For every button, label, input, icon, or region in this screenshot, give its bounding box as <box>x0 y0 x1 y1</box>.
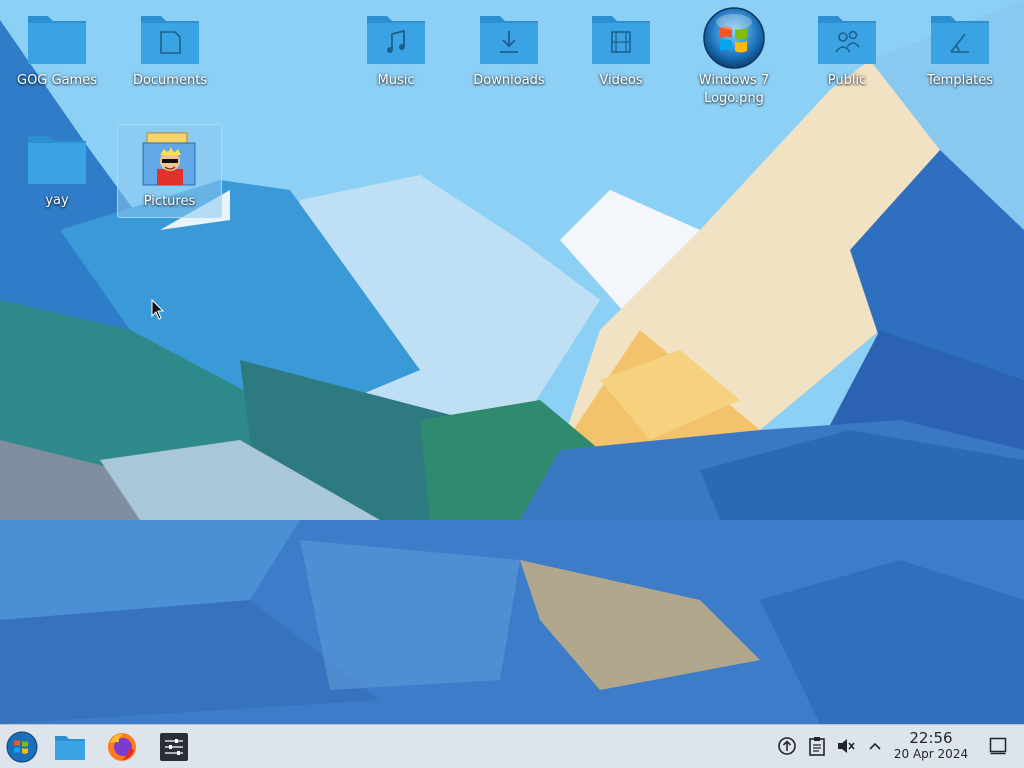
folder-videos-icon <box>589 8 653 68</box>
folder-documents-icon <box>138 8 202 68</box>
folder-pictures-icon <box>138 129 202 189</box>
clock-time: 22:56 <box>909 729 953 747</box>
desktop-icon-templates[interactable]: Templates <box>905 0 1015 110</box>
desktop-icon-downloads[interactable]: Downloads <box>454 0 564 110</box>
desktop-icon-label: Public <box>827 73 867 88</box>
folder-downloads-icon <box>477 8 541 68</box>
desktop-icon-label: Documents <box>132 73 208 88</box>
start-menu-button[interactable] <box>4 729 40 765</box>
firefox-button[interactable] <box>104 729 140 765</box>
show-hidden-tray-button[interactable] <box>864 735 886 757</box>
show-desktop-icon <box>989 737 1007 755</box>
desktop-icon-music[interactable]: Music <box>341 0 451 110</box>
desktop-icon-label: Templates <box>926 73 994 88</box>
file-manager-button[interactable] <box>52 729 88 765</box>
taskbar: 22:56 20 Apr 2024 <box>0 724 1024 768</box>
update-indicator[interactable] <box>776 735 798 757</box>
desktop-icon-label: Pictures <box>143 194 196 209</box>
desktop-icon-label: yay <box>45 193 69 208</box>
clock-date: 20 Apr 2024 <box>893 747 969 761</box>
folder-music-icon <box>364 8 428 68</box>
desktop-icon-label: Music <box>377 73 415 88</box>
desktop-icon-videos[interactable]: Videos <box>566 0 676 110</box>
desktop-icon-label: GOG Games <box>17 73 97 88</box>
firefox-icon <box>108 733 136 761</box>
windows-start-icon <box>6 731 38 763</box>
digital-clock[interactable]: 22:56 20 Apr 2024 <box>888 730 974 762</box>
volume-indicator[interactable] <box>835 735 857 757</box>
system-settings-button[interactable] <box>156 729 192 765</box>
folder-icon <box>25 128 89 188</box>
folder-templates-icon <box>928 8 992 68</box>
desktop-icon-documents[interactable]: Documents <box>115 0 225 110</box>
chevron-up-icon <box>869 742 881 750</box>
mouse-pointer-icon <box>151 299 165 320</box>
desktop-icon-public[interactable]: Public <box>792 0 902 110</box>
folder-public-icon <box>815 8 879 68</box>
desktop-icon-pictures[interactable]: Pictures <box>117 124 222 218</box>
windows-logo-image-icon <box>702 7 766 69</box>
desktop-icon-windows-7-logo[interactable]: Windows 7 Logo.png <box>679 0 789 110</box>
desktop-icon-label: Downloads <box>473 73 545 88</box>
folder-icon <box>25 8 89 68</box>
desktop-icon-label: Windows 7 Logo.png <box>698 73 770 106</box>
desktop-icon-label: Videos <box>599 73 643 88</box>
clipboard-indicator[interactable] <box>806 735 828 757</box>
clipboard-icon <box>809 737 825 756</box>
desktop[interactable]: GOG Games Documents Music Downloads Vide… <box>0 0 1024 724</box>
desktop-icon-yay[interactable]: yay <box>2 120 112 230</box>
speaker-muted-icon <box>838 739 855 753</box>
folder-icon <box>55 736 85 760</box>
show-desktop-button[interactable] <box>987 735 1009 757</box>
desktop-icon-gog-games[interactable]: GOG Games <box>2 0 112 110</box>
update-arrow-icon <box>778 737 796 755</box>
settings-sliders-icon <box>160 733 188 761</box>
